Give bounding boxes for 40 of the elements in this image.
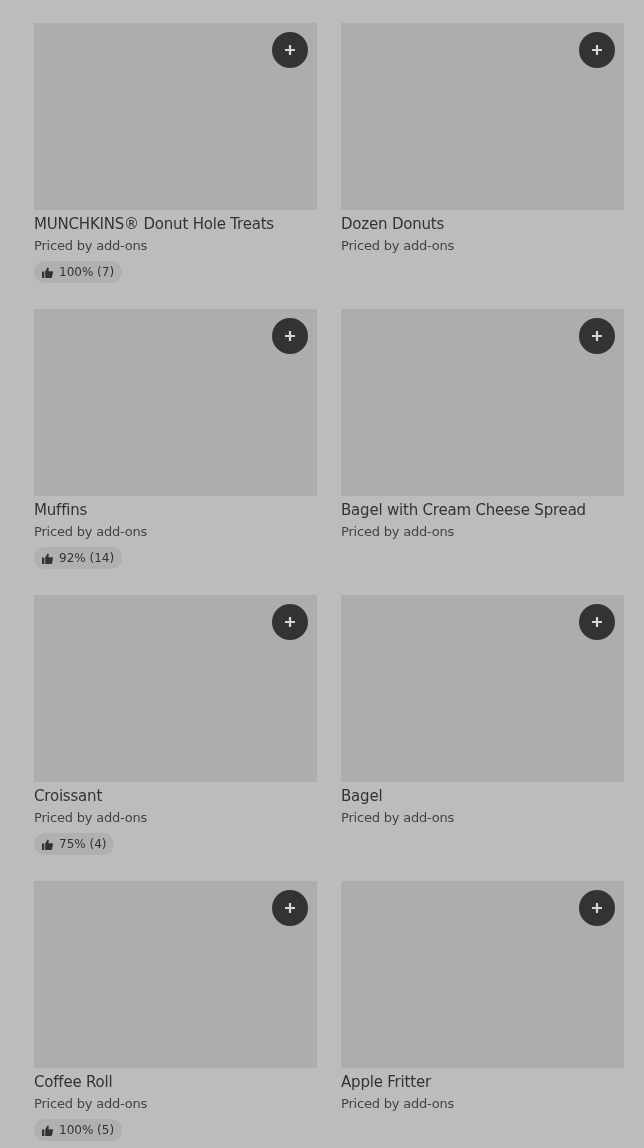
add-button[interactable] [272, 890, 308, 926]
item-price: Priced by add-ons [341, 809, 455, 827]
plus-icon [284, 902, 296, 914]
item-name: Coffee Roll [34, 1072, 113, 1092]
item-name: Apple Fritter [341, 1072, 431, 1092]
add-button[interactable] [272, 318, 308, 354]
item-name: Dozen Donuts [341, 214, 445, 234]
plus-icon [591, 902, 603, 914]
plus-icon [284, 616, 296, 628]
plus-icon [284, 330, 296, 342]
add-button[interactable] [579, 890, 615, 926]
item-price: Priced by add-ons [34, 523, 148, 541]
thumbs-up-icon [42, 1124, 53, 1136]
add-button[interactable] [272, 32, 308, 68]
rating-text: 100% (5) [59, 1123, 115, 1137]
item-price: Priced by add-ons [341, 1095, 455, 1113]
add-button[interactable] [579, 32, 615, 68]
item-price: Priced by add-ons [34, 809, 148, 827]
item-price: Priced by add-ons [34, 1095, 148, 1113]
plus-icon [284, 44, 296, 56]
item-price: Priced by add-ons [341, 237, 455, 255]
rating-text: 100% (7) [59, 265, 115, 279]
add-button[interactable] [579, 318, 615, 354]
item-price: Priced by add-ons [341, 523, 455, 541]
item-name: Bagel [341, 786, 383, 806]
item-name: Croissant [34, 786, 103, 806]
item-price: Priced by add-ons [34, 237, 148, 255]
rating-text: 92% (14) [59, 551, 115, 565]
add-button[interactable] [579, 604, 615, 640]
thumbs-up-icon [42, 552, 53, 564]
add-button[interactable] [272, 604, 308, 640]
thumbs-up-icon [42, 838, 53, 850]
plus-icon [591, 44, 603, 56]
plus-icon [591, 616, 603, 628]
item-name: MUNCHKINS® Donut Hole Treats [34, 214, 274, 234]
item-name: Muffins [34, 500, 88, 520]
thumbs-up-icon [42, 266, 53, 278]
item-name: Bagel with Cream Cheese Spread [341, 500, 586, 520]
plus-icon [591, 330, 603, 342]
rating-text: 75% (4) [59, 837, 107, 851]
